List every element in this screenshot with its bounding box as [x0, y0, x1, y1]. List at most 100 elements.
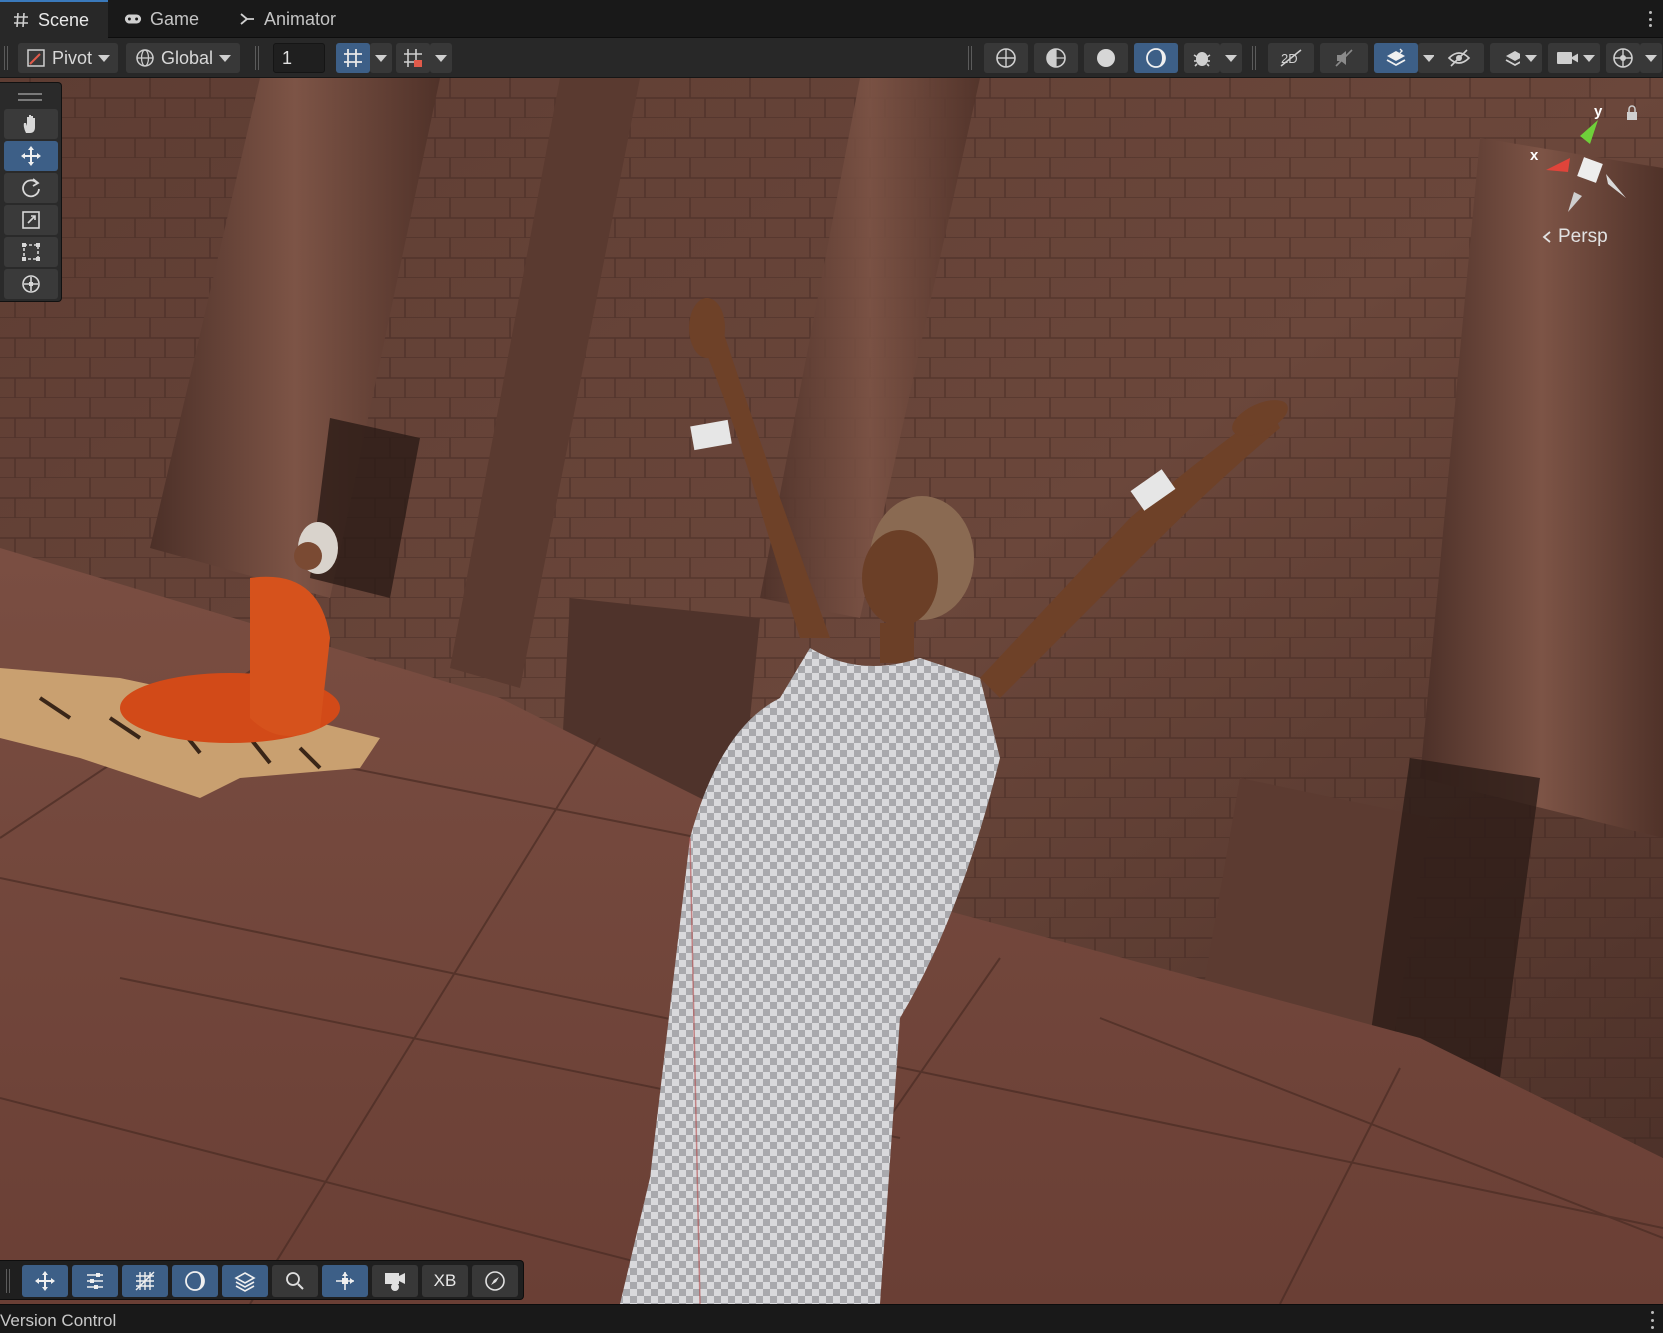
chevron-down-icon: [98, 54, 110, 62]
more-options-icon[interactable]: [1649, 1311, 1655, 1329]
chevron-down-icon: [375, 54, 387, 62]
grid-snap-button[interactable]: [336, 43, 370, 73]
projection-toggle[interactable]: Persp: [1540, 226, 1608, 248]
increment-snap-button[interactable]: [396, 43, 430, 73]
grid-size-input[interactable]: 1: [273, 43, 325, 73]
hand-tool-button[interactable]: [4, 109, 58, 139]
shaded-sphere-icon: [1097, 49, 1115, 67]
chevron-down-icon: [435, 54, 447, 62]
x-axis-cone[interactable]: [1546, 158, 1570, 172]
pivot-icon: [27, 49, 45, 67]
wireframe-draw-button[interactable]: [984, 43, 1028, 73]
compass-icon: [485, 1271, 505, 1291]
hash-icon: [12, 11, 30, 29]
effects-toggle-button[interactable]: [1374, 43, 1418, 73]
shaded-button[interactable]: [1084, 43, 1128, 73]
tool-settings-button[interactable]: [22, 1265, 68, 1297]
axis-gizmo-icon: [336, 1272, 354, 1290]
increment-snap-icon: [404, 49, 422, 67]
grid-snap-dropdown[interactable]: [370, 43, 392, 73]
animator-icon: [238, 10, 256, 28]
scene-toolbar: Pivot Global 1 2D: [0, 38, 1663, 78]
tab-game[interactable]: Game: [112, 0, 222, 38]
pivot-dropdown[interactable]: Pivot: [18, 43, 118, 73]
scene-viewport[interactable]: y x Persp XB: [0, 78, 1663, 1304]
overlay-grip[interactable]: [6, 1269, 10, 1293]
scene-visibility-button[interactable]: [1434, 43, 1484, 73]
chevron-down-icon: [1645, 54, 1657, 62]
lock-icon[interactable]: [1627, 105, 1637, 120]
tool-palette: [0, 82, 62, 302]
move-arrows-icon: [35, 1271, 55, 1291]
debug-draw-dropdown[interactable]: [1220, 43, 1242, 73]
gizmos-button[interactable]: [1606, 43, 1640, 73]
rotate-tool-button[interactable]: [4, 173, 58, 203]
tab-scene[interactable]: Scene: [0, 0, 108, 38]
transform-tool-button[interactable]: [4, 269, 58, 299]
scale-tool-button[interactable]: [4, 205, 58, 235]
shaded-wireframe-icon: [1046, 48, 1066, 68]
global-dropdown[interactable]: Global: [126, 43, 240, 73]
view-options-button[interactable]: [72, 1265, 118, 1297]
version-control-label[interactable]: Version Control: [0, 1311, 116, 1331]
grid-snap-icon: [344, 49, 362, 67]
tab-bar: Scene Game Animator: [0, 0, 1663, 38]
2d-icon: 2D: [1280, 49, 1302, 67]
move-tool-button[interactable]: [4, 141, 58, 171]
camera-icon: [1557, 52, 1579, 64]
status-bar: Version Control: [0, 1304, 1663, 1333]
search-button[interactable]: [272, 1265, 318, 1297]
globe-icon: [136, 49, 154, 67]
chevron-down-icon: [1583, 54, 1595, 62]
toolbar-grip[interactable]: [4, 46, 8, 70]
grid-visibility-button[interactable]: [122, 1265, 168, 1297]
x-axis-label: x: [1530, 147, 1539, 164]
scene-render: [0, 78, 1663, 1304]
chevron-down-icon: [219, 54, 232, 62]
rect-tool-button[interactable]: [4, 237, 58, 267]
rotate-icon: [22, 178, 40, 198]
more-options-icon[interactable]: [1643, 8, 1657, 30]
orientation-overlay-button[interactable]: [322, 1265, 368, 1297]
toolbar-grip[interactable]: [255, 46, 259, 70]
gizmo-center-cube[interactable]: [1577, 157, 1603, 183]
chevron-down-icon: [1525, 54, 1537, 62]
palette-grip[interactable]: [18, 93, 42, 101]
audio-toggle-button[interactable]: [1320, 43, 1368, 73]
cameras-overlay-button[interactable]: [372, 1265, 418, 1297]
lighting-toggle-button[interactable]: [1134, 43, 1178, 73]
debug-draw-button[interactable]: [1184, 43, 1220, 73]
move-arrows-icon: [21, 146, 41, 166]
sliders-icon: [87, 1273, 103, 1289]
camera-dropdown[interactable]: [1578, 43, 1600, 73]
toolbar-grip[interactable]: [968, 46, 972, 70]
global-label: Global: [160, 47, 214, 68]
tab-animator[interactable]: Animator: [226, 0, 356, 38]
pivot-label: Pivot: [51, 47, 92, 68]
z-axis-cone[interactable]: [1606, 174, 1626, 198]
y-axis-cone[interactable]: [1580, 120, 1598, 144]
transform-icon: [22, 275, 40, 293]
neg-y-axis-cone[interactable]: [1568, 192, 1582, 212]
gamepad-icon: [124, 10, 142, 28]
gizmos-dropdown[interactable]: [1640, 43, 1662, 73]
chevron-down-icon: [1225, 54, 1237, 62]
gizmo-globe-icon: [1613, 48, 1633, 68]
layers-overlay-button[interactable]: [222, 1265, 268, 1297]
grid-icon: [135, 1271, 155, 1291]
lighting-overlay-button[interactable]: [172, 1265, 218, 1297]
xr-button[interactable]: XB: [422, 1265, 468, 1297]
lighting-icon: [185, 1271, 205, 1291]
layers-dropdown[interactable]: [1520, 43, 1542, 73]
eye-hidden-icon: [1447, 49, 1471, 67]
orientation-gizmo[interactable]: y x: [1510, 100, 1660, 240]
navigation-overlay-button[interactable]: [472, 1265, 518, 1297]
2d-toggle-button[interactable]: 2D: [1268, 43, 1314, 73]
chevron-left-icon: [1542, 231, 1551, 243]
scale-icon: [22, 211, 40, 229]
rect-transform-icon: [22, 243, 40, 261]
increment-snap-dropdown[interactable]: [430, 43, 452, 73]
shaded-wireframe-button[interactable]: [1034, 43, 1078, 73]
lighting-icon: [1146, 48, 1166, 68]
toolbar-grip[interactable]: [1252, 46, 1256, 70]
